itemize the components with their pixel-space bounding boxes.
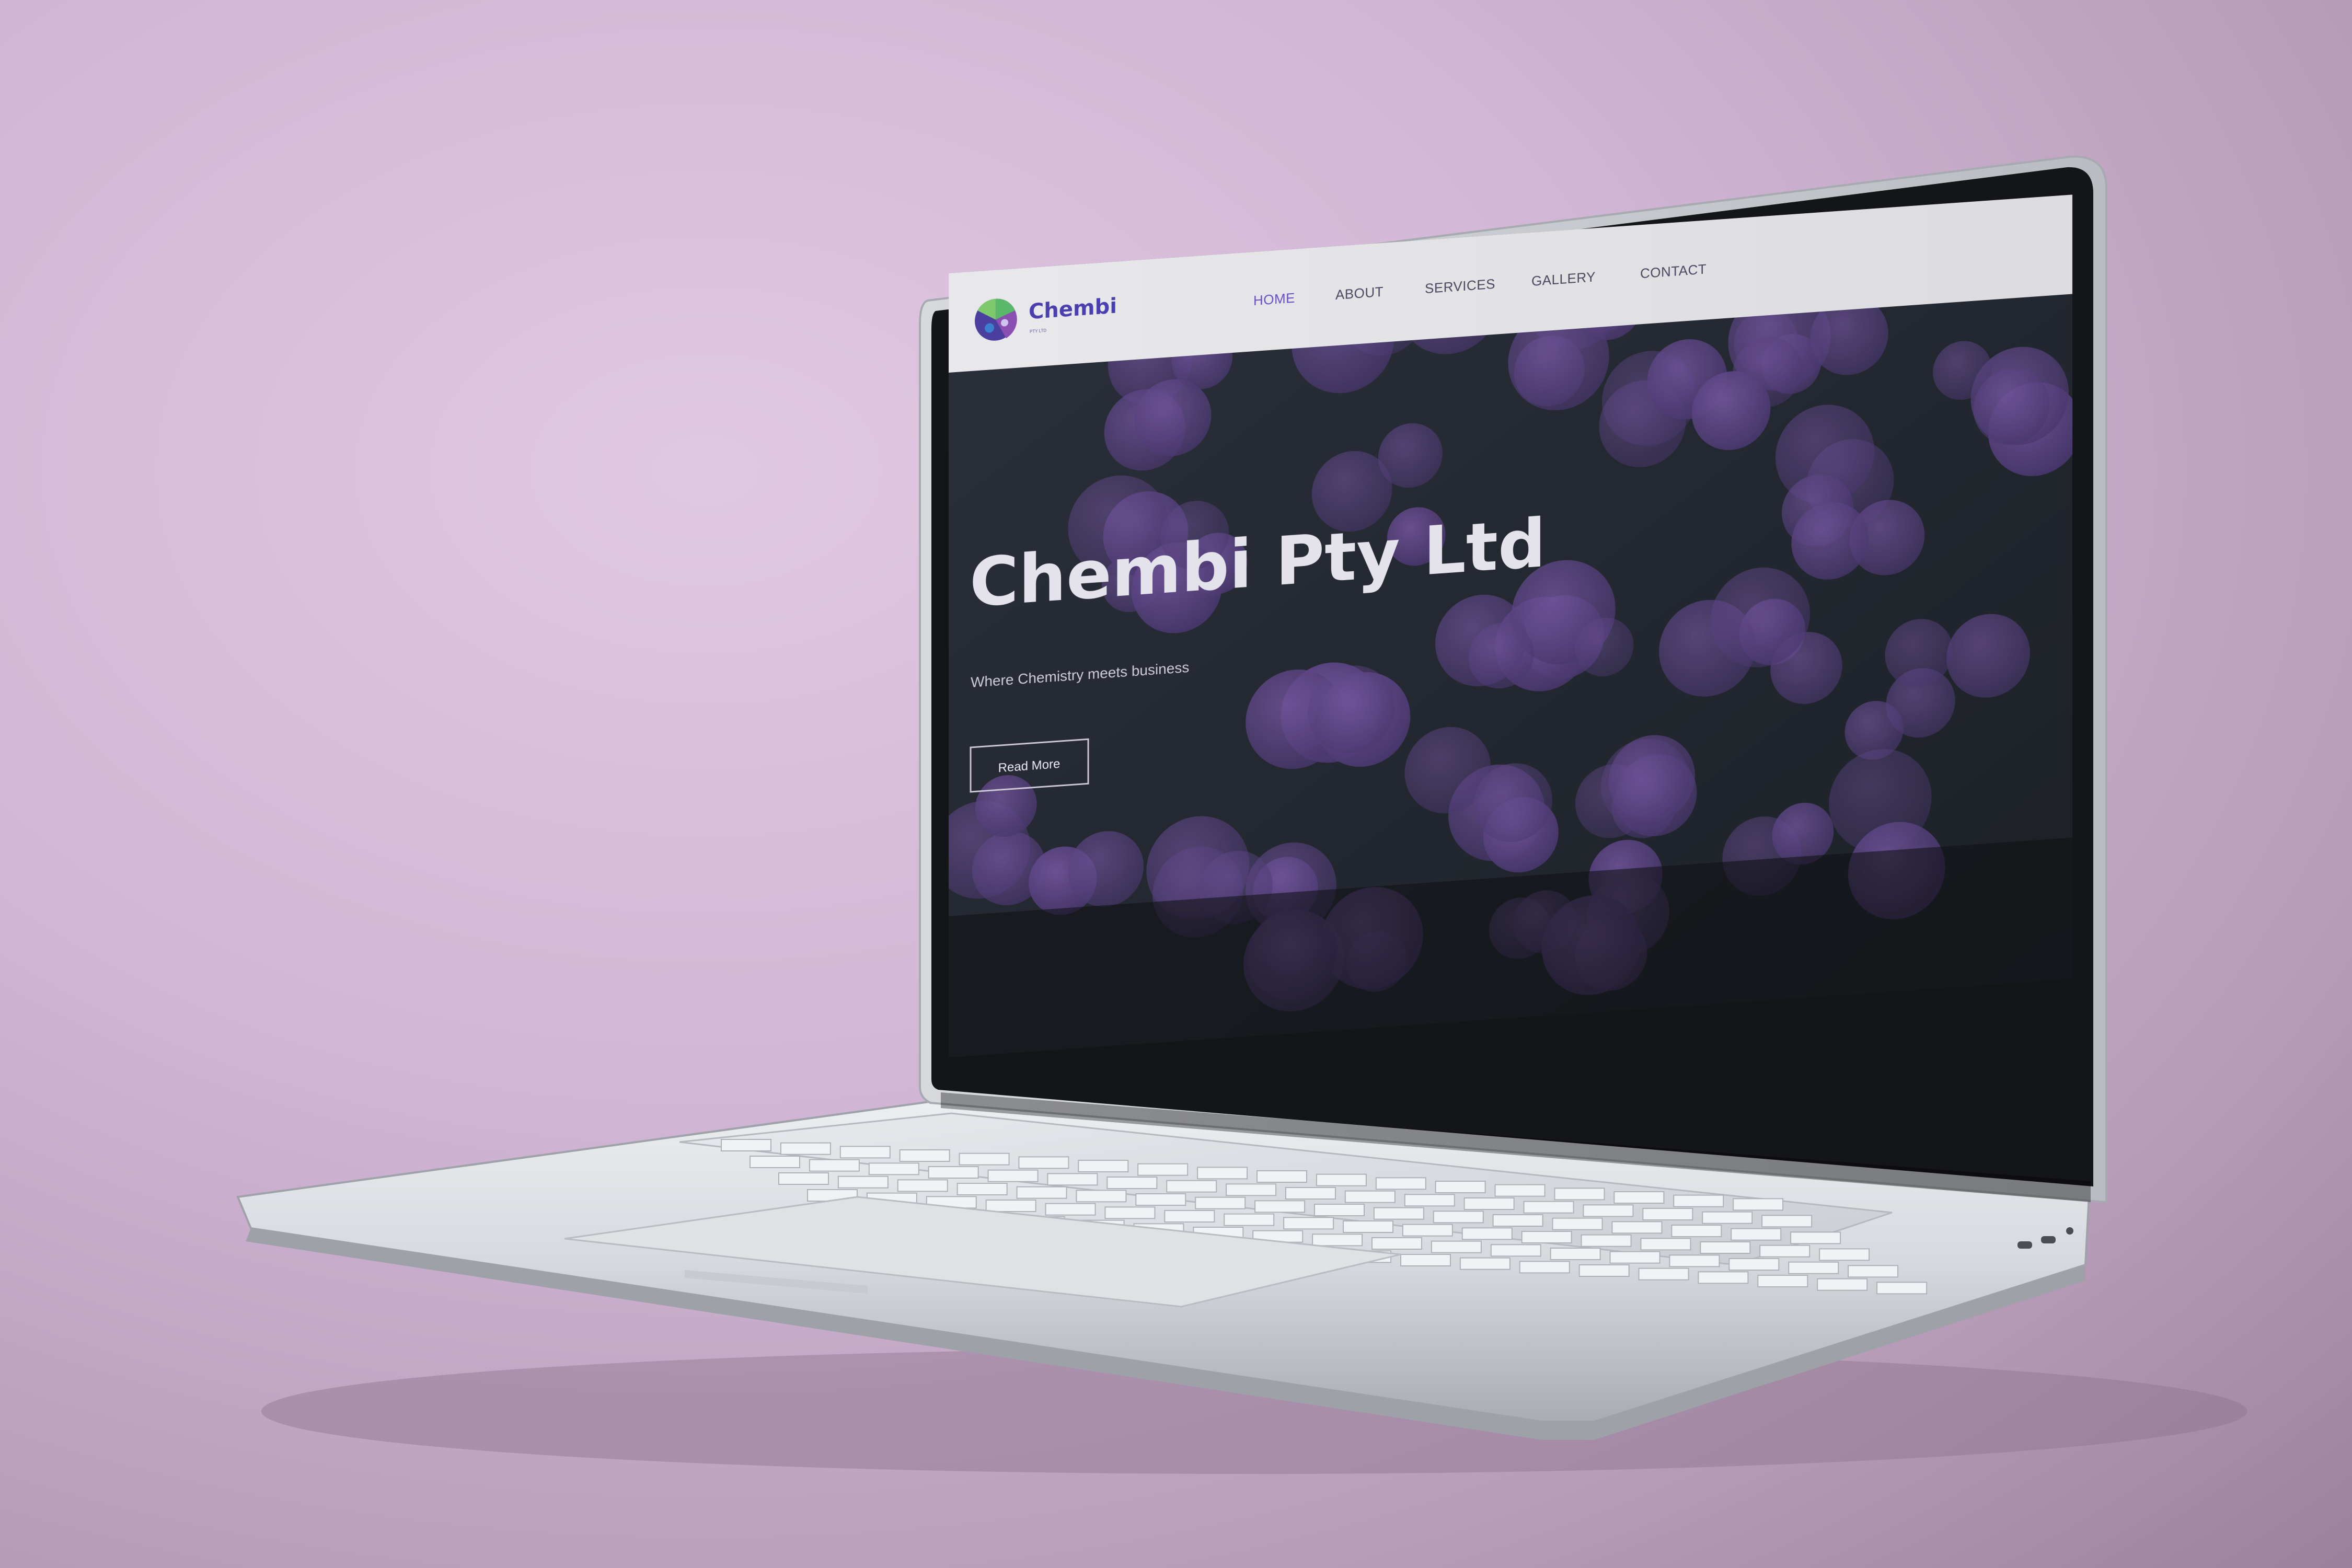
key bbox=[1790, 1231, 1841, 1244]
key bbox=[1731, 1228, 1782, 1241]
key bbox=[987, 1169, 1039, 1182]
key bbox=[721, 1139, 771, 1151]
key bbox=[1461, 1227, 1513, 1240]
key bbox=[1224, 1213, 1275, 1226]
key bbox=[1433, 1210, 1484, 1224]
key bbox=[1613, 1191, 1665, 1204]
key bbox=[1435, 1181, 1486, 1193]
key bbox=[1848, 1265, 1899, 1278]
key bbox=[1045, 1203, 1096, 1216]
key bbox=[1078, 1160, 1129, 1172]
key bbox=[1404, 1194, 1455, 1207]
key bbox=[899, 1149, 950, 1162]
website-screen: Chembi PTY LTD HOME ABOUT SERVICES GALLE… bbox=[949, 194, 2072, 1057]
key bbox=[1316, 1173, 1367, 1186]
key bbox=[956, 1183, 1008, 1195]
key bbox=[985, 1200, 1036, 1212]
key bbox=[1876, 1282, 1928, 1295]
key bbox=[1137, 1163, 1189, 1176]
key bbox=[1431, 1240, 1482, 1253]
key bbox=[868, 1162, 919, 1175]
key bbox=[1698, 1271, 1749, 1284]
key bbox=[1164, 1210, 1215, 1223]
key bbox=[1283, 1217, 1334, 1230]
key bbox=[1104, 1206, 1156, 1219]
key bbox=[1550, 1248, 1601, 1260]
key bbox=[1195, 1196, 1246, 1209]
key bbox=[1669, 1254, 1720, 1267]
key bbox=[1583, 1204, 1634, 1217]
key bbox=[1638, 1267, 1689, 1281]
key bbox=[1819, 1248, 1870, 1261]
key bbox=[1166, 1180, 1217, 1193]
key bbox=[1761, 1215, 1813, 1228]
key bbox=[1197, 1167, 1248, 1180]
laptop-mockup-scene: Chembi PTY LTD HOME ABOUT SERVICES GALLE… bbox=[236, 155, 2247, 1474]
key bbox=[1611, 1221, 1663, 1234]
key bbox=[778, 1172, 829, 1185]
key bbox=[1371, 1237, 1422, 1250]
key bbox=[1640, 1238, 1691, 1251]
key bbox=[1047, 1173, 1098, 1186]
key bbox=[1521, 1231, 1572, 1243]
key bbox=[1609, 1251, 1661, 1264]
headphone-jack bbox=[2066, 1227, 2073, 1235]
key bbox=[1226, 1183, 1277, 1196]
key bbox=[1254, 1200, 1306, 1213]
key bbox=[1581, 1234, 1632, 1247]
key bbox=[897, 1179, 948, 1192]
key bbox=[1343, 1220, 1393, 1233]
key bbox=[839, 1146, 891, 1159]
key bbox=[959, 1152, 1010, 1166]
key bbox=[1728, 1258, 1780, 1271]
key bbox=[780, 1142, 831, 1155]
key bbox=[837, 1175, 889, 1189]
key bbox=[1463, 1197, 1515, 1210]
key bbox=[1076, 1190, 1127, 1203]
key bbox=[1733, 1198, 1784, 1211]
key bbox=[1817, 1278, 1868, 1291]
key bbox=[1523, 1201, 1574, 1214]
key bbox=[1375, 1177, 1426, 1190]
key bbox=[1018, 1156, 1069, 1169]
key bbox=[1671, 1225, 1722, 1237]
key bbox=[1494, 1184, 1546, 1197]
key bbox=[928, 1166, 979, 1179]
key bbox=[1673, 1194, 1724, 1207]
key bbox=[1135, 1193, 1186, 1206]
key bbox=[1700, 1241, 1751, 1254]
key bbox=[1519, 1261, 1570, 1274]
key bbox=[1256, 1170, 1307, 1183]
key bbox=[1554, 1187, 1605, 1201]
key bbox=[1759, 1244, 1811, 1258]
key bbox=[1788, 1261, 1839, 1274]
key bbox=[1400, 1254, 1451, 1266]
key bbox=[1314, 1204, 1365, 1216]
key bbox=[1642, 1208, 1693, 1220]
key bbox=[1312, 1233, 1363, 1247]
key bbox=[1373, 1207, 1424, 1220]
usb-c-port-2 bbox=[2041, 1236, 2056, 1243]
key bbox=[1578, 1264, 1630, 1277]
key bbox=[1106, 1177, 1158, 1189]
key bbox=[1552, 1217, 1603, 1230]
key bbox=[1490, 1244, 1541, 1257]
key bbox=[1459, 1257, 1511, 1270]
key bbox=[1402, 1224, 1453, 1237]
usb-c-port-1 bbox=[2017, 1241, 2032, 1249]
key bbox=[1016, 1186, 1067, 1199]
key bbox=[1492, 1214, 1543, 1227]
key bbox=[750, 1156, 800, 1168]
key bbox=[1344, 1190, 1396, 1203]
nav-home[interactable]: HOME bbox=[1253, 290, 1295, 309]
key bbox=[1702, 1211, 1753, 1224]
key bbox=[1757, 1275, 1808, 1287]
key bbox=[809, 1159, 860, 1172]
key bbox=[1285, 1187, 1336, 1200]
